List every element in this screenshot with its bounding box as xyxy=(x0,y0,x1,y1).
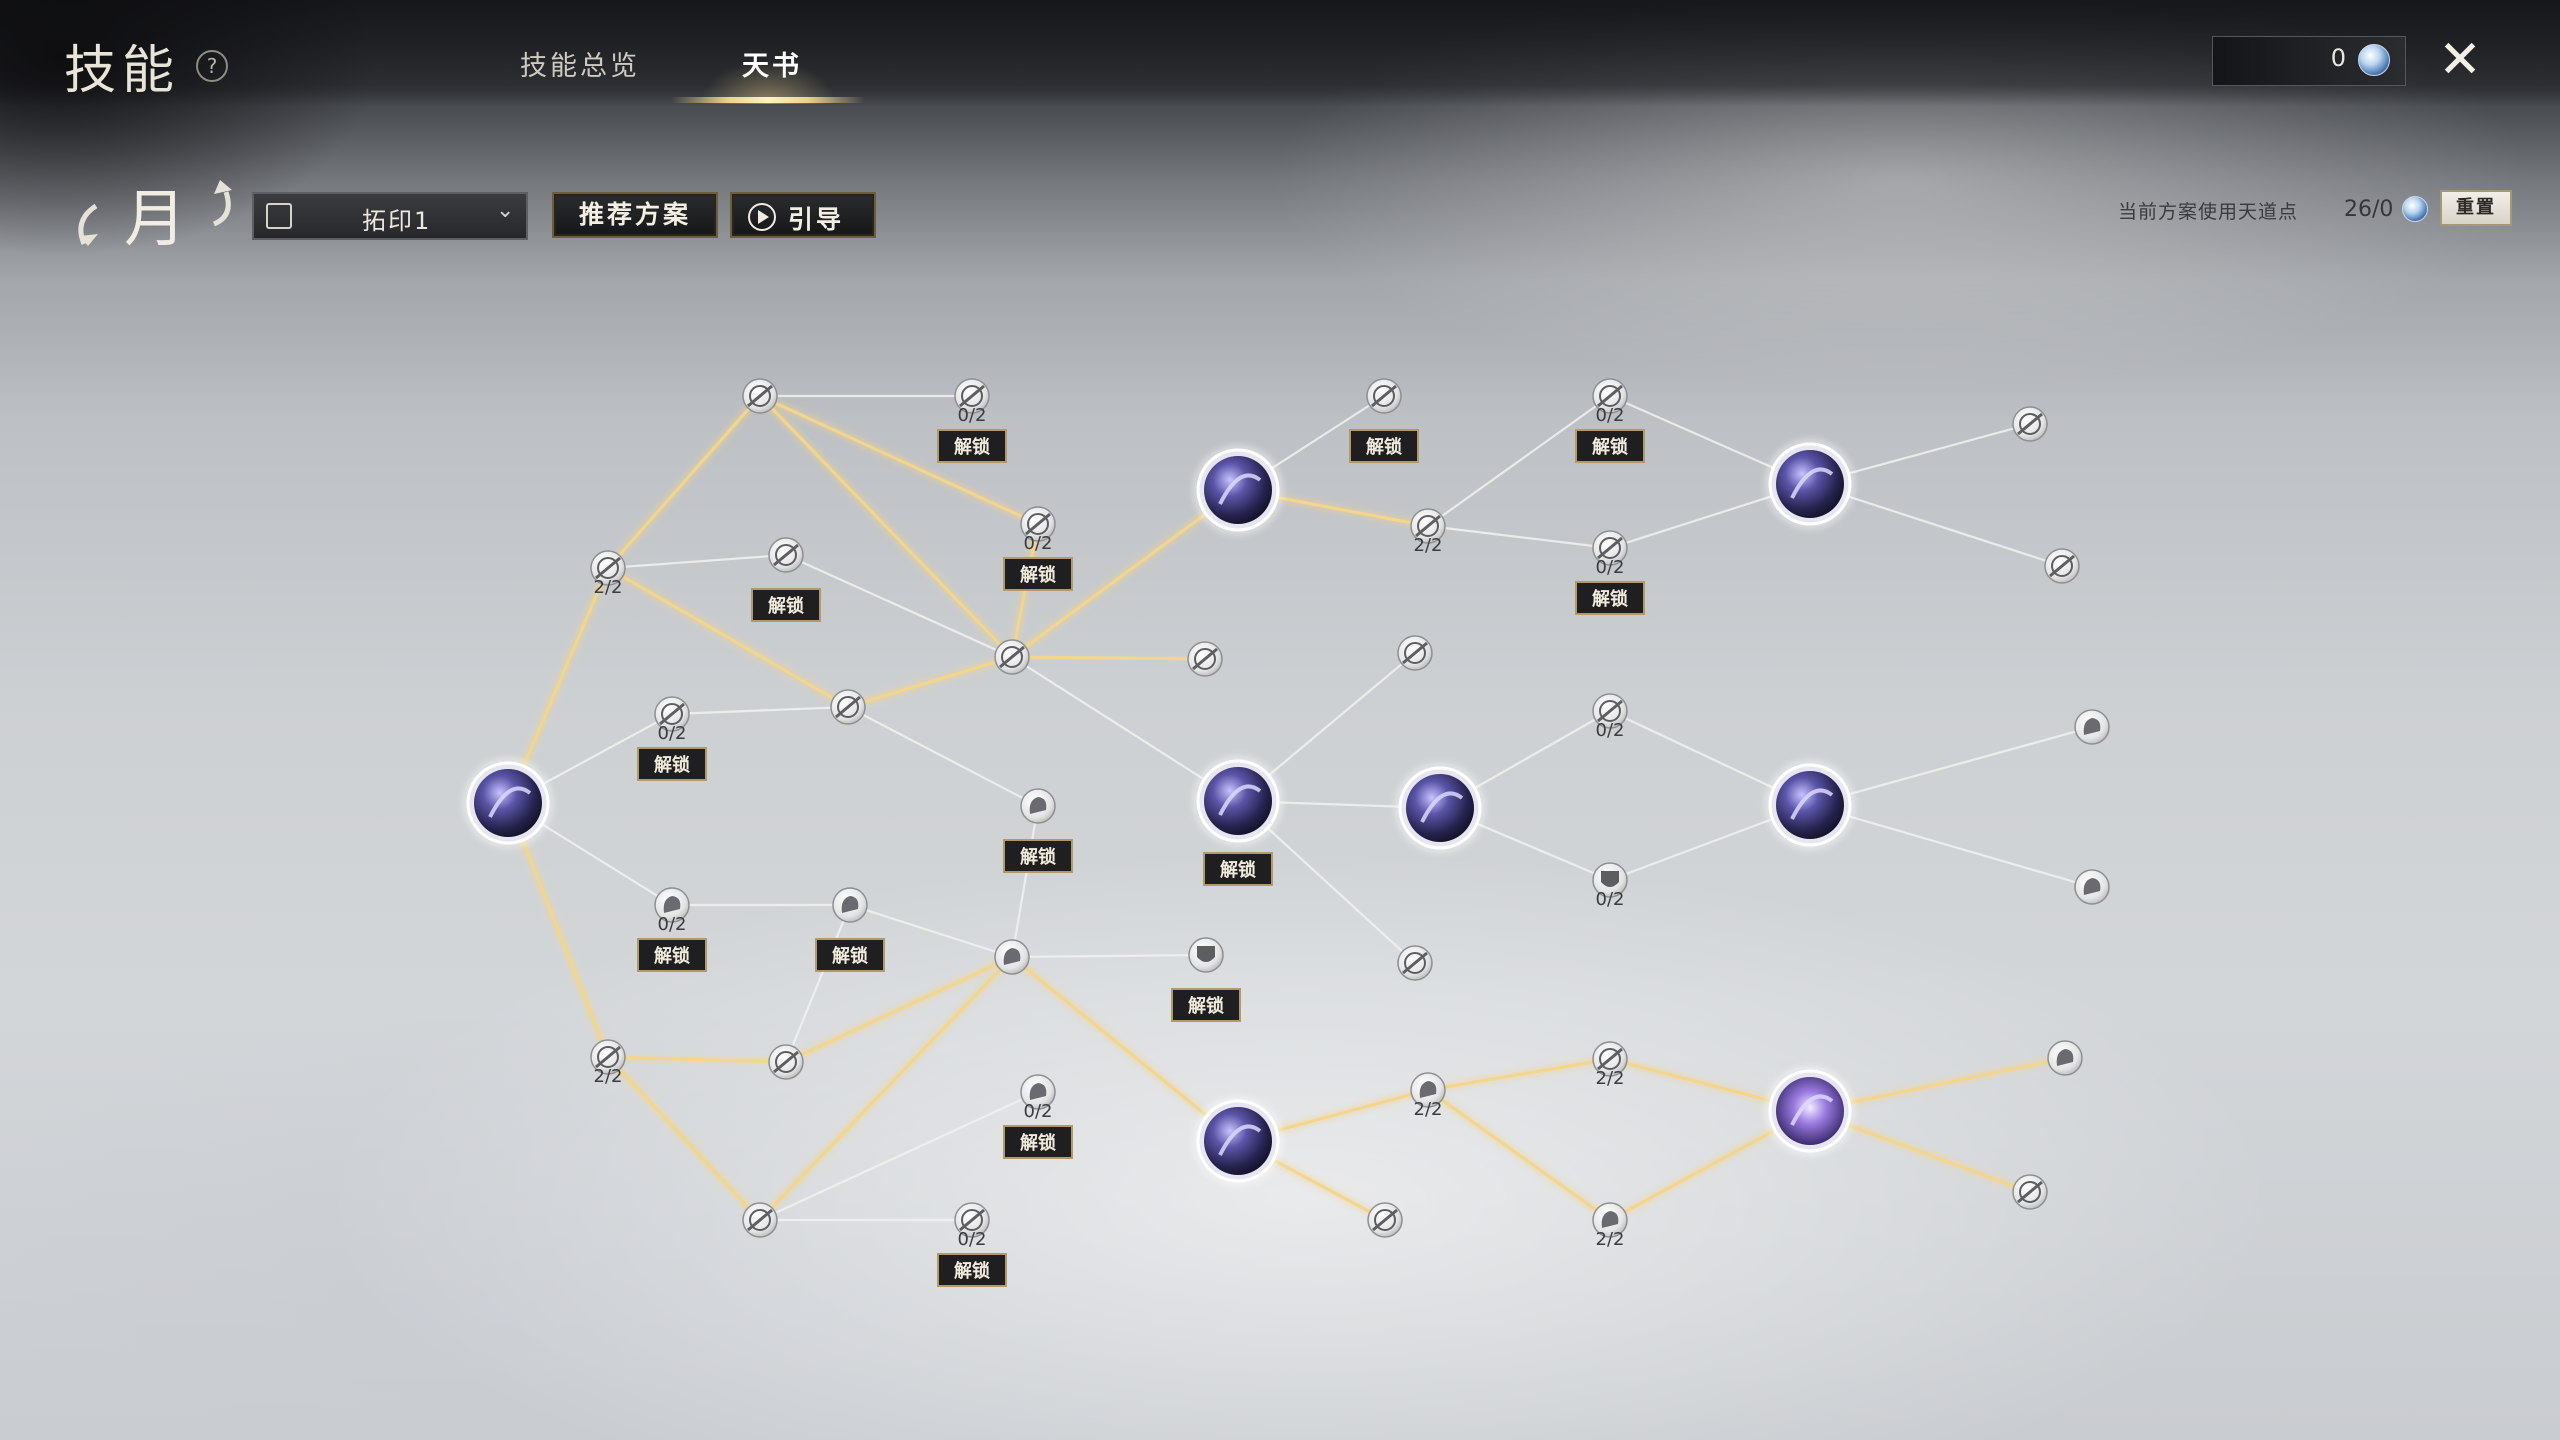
skill-node-a1[interactable]: 2/2 xyxy=(590,550,626,598)
node-count: 2/2 xyxy=(1414,535,1443,556)
skill-node-b6[interactable] xyxy=(1764,438,1856,530)
skill-node-d4[interactable]: 解锁 xyxy=(1171,937,1241,1022)
skill-node-root[interactable] xyxy=(462,757,554,849)
tree-link-active xyxy=(1011,655,1206,661)
tree-link xyxy=(1427,524,1611,550)
skill-node-e1[interactable]: 2/2 xyxy=(590,1039,626,1087)
skill-node-c1[interactable]: 解锁 xyxy=(1003,788,1073,873)
skill-node-b7[interactable] xyxy=(2012,406,2048,442)
skill-node-b5[interactable]: 0/2 解锁 xyxy=(1575,530,1645,615)
tree-link xyxy=(1010,805,1040,958)
skill-node-a6[interactable]: 0/2 解锁 xyxy=(637,696,707,781)
unlock-label: 解锁 xyxy=(1020,846,1056,868)
beast-claw-icon xyxy=(1204,1107,1272,1175)
skill-node-c9[interactable] xyxy=(2074,869,2110,905)
node-count: 0/2 xyxy=(1024,1101,1053,1122)
skill-node-c4[interactable] xyxy=(1394,762,1486,854)
skill-node-a8[interactable] xyxy=(994,639,1030,675)
skill-node-e5[interactable]: 0/2 解锁 xyxy=(1003,1074,1073,1159)
tree-link xyxy=(1011,953,1207,959)
skill-node-a3[interactable]: 0/2 解锁 xyxy=(937,378,1007,463)
skill-node-e7[interactable] xyxy=(1367,1202,1403,1238)
tree-link-active xyxy=(606,1055,762,1222)
unlock-label: 解锁 xyxy=(1366,436,1402,458)
glowing-orb-icon xyxy=(1776,1077,1844,1145)
skill-node-c6[interactable]: 0/2 xyxy=(1592,862,1628,910)
tree-link-active xyxy=(1427,1088,1611,1222)
wind-slash-icon xyxy=(1204,456,1272,524)
unlock-label: 解锁 xyxy=(954,1260,990,1282)
unlock-label: 解锁 xyxy=(1020,564,1056,586)
node-count: 0/2 xyxy=(1024,533,1053,554)
tree-link xyxy=(607,553,787,570)
skill-node-c3[interactable] xyxy=(1397,635,1433,671)
unlock-label: 解锁 xyxy=(1220,859,1256,881)
skill-node-c7[interactable] xyxy=(1764,759,1856,851)
skill-node-e3[interactable] xyxy=(742,1202,778,1238)
skill-node-d5[interactable] xyxy=(1397,945,1433,981)
node-count: 0/2 xyxy=(1596,889,1625,910)
skill-node-b8[interactable] xyxy=(2044,548,2080,584)
node-count: 2/2 xyxy=(1414,1099,1443,1120)
skill-node-a9[interactable] xyxy=(1187,641,1223,677)
node-count: 0/2 xyxy=(1596,557,1625,578)
tree-link-active xyxy=(1427,1057,1611,1092)
node-count: 0/2 xyxy=(1596,720,1625,741)
skill-node-e8[interactable]: 2/2 xyxy=(1410,1072,1446,1120)
node-count: 0/2 xyxy=(958,1229,987,1250)
skill-node-a2[interactable] xyxy=(742,378,778,414)
node-count: 0/2 xyxy=(658,723,687,744)
skill-node-b4[interactable]: 0/2 解锁 xyxy=(1575,378,1645,463)
unlock-label: 解锁 xyxy=(654,945,690,967)
skill-node-d3[interactable] xyxy=(994,939,1030,975)
unlock-label: 解锁 xyxy=(768,595,804,617)
node-count: 2/2 xyxy=(1596,1068,1625,1089)
skill-node-e2[interactable] xyxy=(768,1044,804,1080)
skill-node-e4[interactable]: 0/2 解锁 xyxy=(937,1202,1007,1287)
unlock-label: 解锁 xyxy=(1188,995,1224,1017)
tree-link-active xyxy=(847,655,1013,709)
skill-node-b3[interactable]: 2/2 xyxy=(1410,508,1446,556)
skill-node-e13[interactable] xyxy=(2012,1174,2048,1210)
skill-node-b2[interactable]: 解锁 xyxy=(1349,378,1419,463)
unlock-label: 解锁 xyxy=(832,945,868,967)
dark-moon-icon xyxy=(1406,774,1474,842)
unlock-label: 解锁 xyxy=(1592,588,1628,610)
tree-link-active xyxy=(785,955,1013,1064)
skill-node-e12[interactable] xyxy=(2047,1040,2083,1076)
skill-node-a4[interactable]: 解锁 xyxy=(751,537,821,622)
spiral-orb-icon xyxy=(1776,771,1844,839)
skill-node-a7[interactable] xyxy=(830,689,866,725)
node-count: 2/2 xyxy=(594,1066,623,1087)
node-count: 2/2 xyxy=(594,577,623,598)
node-count: 0/2 xyxy=(658,914,687,935)
tree-link-active xyxy=(758,955,1014,1222)
skill-node-c5[interactable]: 0/2 xyxy=(1592,693,1628,741)
skill-tree: 2/20/2解锁解锁0/2解锁0/2解锁解锁2/20/2解锁0/2解锁解锁解锁0… xyxy=(462,378,2110,1287)
skill-node-c8[interactable] xyxy=(2074,709,2110,745)
swirl-orb-icon xyxy=(1776,450,1844,518)
unlock-label: 解锁 xyxy=(954,436,990,458)
cross-slash-icon xyxy=(1204,767,1272,835)
skill-node-b1[interactable] xyxy=(1192,444,1284,536)
unlock-label: 解锁 xyxy=(1592,436,1628,458)
tree-link-active xyxy=(606,395,762,569)
node-count: 2/2 xyxy=(1596,1229,1625,1250)
skill-node-a5[interactable]: 0/2 解锁 xyxy=(1003,506,1073,591)
unlock-label: 解锁 xyxy=(1020,1132,1056,1154)
skill-node-d2[interactable]: 解锁 xyxy=(815,887,885,972)
node-count: 0/2 xyxy=(958,405,987,426)
unlock-label: 解锁 xyxy=(654,754,690,776)
crescent-slash-icon xyxy=(474,769,542,837)
skill-node-e6[interactable] xyxy=(1192,1095,1284,1187)
skill-node-c2[interactable]: 解锁 xyxy=(1192,755,1284,886)
skill-node-e9[interactable]: 2/2 xyxy=(1592,1041,1628,1089)
skill-node-e10[interactable]: 2/2 xyxy=(1592,1202,1628,1250)
tree-link xyxy=(847,706,1039,807)
skill-node-d1[interactable]: 0/2 解锁 xyxy=(637,887,707,972)
skill-node-e11[interactable] xyxy=(1764,1065,1856,1157)
tree-link xyxy=(759,1091,1039,1221)
node-count: 0/2 xyxy=(1596,405,1625,426)
tree-link xyxy=(671,705,849,716)
